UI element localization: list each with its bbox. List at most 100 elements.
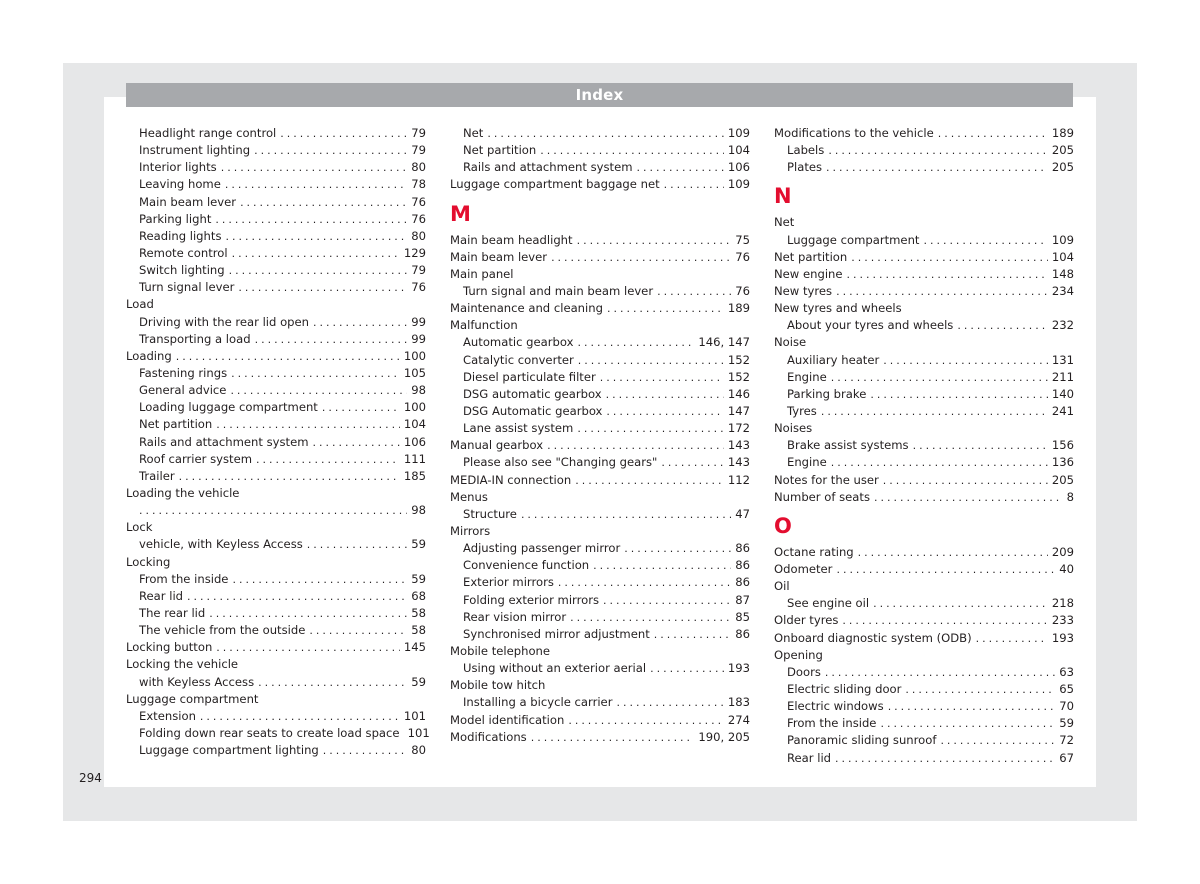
dot-leader [828, 142, 1048, 159]
page-reference[interactable]: 98 [411, 502, 426, 519]
page-reference[interactable]: 99 [411, 314, 426, 331]
entry-label: Electric windows [787, 699, 884, 714]
page-reference[interactable]: 87 [735, 592, 750, 609]
page-reference[interactable]: 156 [1052, 437, 1074, 454]
page-reference[interactable]: 85 [735, 609, 750, 626]
page-reference[interactable]: 189 [728, 300, 750, 317]
page-reference[interactable]: 86 [735, 626, 750, 643]
page-reference[interactable]: 40 [1059, 561, 1074, 578]
page-reference[interactable]: 189 [1052, 125, 1074, 142]
page-reference[interactable]: 106 [404, 434, 426, 451]
page-reference[interactable]: 152 [728, 369, 750, 386]
dot-leader [880, 715, 1055, 732]
page-reference[interactable]: 233 [1052, 612, 1074, 629]
page-reference[interactable]: 86 [735, 557, 750, 574]
dot-leader [570, 609, 731, 626]
page-reference[interactable]: 72 [1059, 732, 1074, 749]
page-reference[interactable]: 104 [728, 142, 750, 159]
page-reference[interactable]: 146 [728, 386, 750, 403]
page-reference[interactable]: 76 [735, 283, 750, 300]
page-reference[interactable]: 68 [411, 588, 426, 605]
page-reference[interactable]: 59 [1059, 715, 1074, 732]
page-reference[interactable]: 205 [1052, 472, 1074, 489]
page-reference[interactable]: 8 [1067, 489, 1074, 506]
page-reference[interactable]: 65 [1059, 681, 1074, 698]
page-reference[interactable]: 274 [728, 712, 750, 729]
page-reference[interactable]: 67 [1059, 750, 1074, 767]
page-reference[interactable]: 109 [728, 176, 750, 193]
page-reference[interactable]: 205 [1052, 142, 1074, 159]
page-reference[interactable]: 106 [728, 159, 750, 176]
page-reference[interactable]: 98 [411, 382, 426, 399]
page-reference[interactable]: 79 [411, 142, 426, 159]
page-reference[interactable]: 76 [411, 194, 426, 211]
page-reference[interactable]: 131 [1052, 352, 1074, 369]
page-reference[interactable]: 111 [404, 451, 426, 468]
page-reference[interactable]: 63 [1059, 664, 1074, 681]
page-reference[interactable]: 76 [735, 249, 750, 266]
page-reference[interactable]: 152 [728, 352, 750, 369]
page-reference[interactable]: 140 [1052, 386, 1074, 403]
page-reference[interactable]: 100 [404, 348, 426, 365]
page-reference[interactable]: 172 [728, 420, 750, 437]
page-reference[interactable]: 205 [1052, 159, 1074, 176]
page-reference[interactable]: 109 [728, 125, 750, 142]
page-reference[interactable]: 234 [1052, 283, 1074, 300]
page-reference[interactable]: 145 [404, 639, 426, 656]
page-reference[interactable]: 232 [1052, 317, 1074, 334]
index-subentry: Luggage compartment 109 [774, 232, 1074, 249]
page-reference[interactable]: 101 [408, 725, 430, 742]
index-entry: Luggage compartment [126, 691, 426, 708]
index-subentry: DSG Automatic gearbox 147 [450, 403, 750, 420]
page-reference[interactable]: 59 [411, 571, 426, 588]
dot-leader [229, 262, 408, 279]
page-reference[interactable]: 86 [735, 574, 750, 591]
page-reference[interactable]: 86 [735, 540, 750, 557]
page-reference[interactable]: 183 [728, 694, 750, 711]
page-reference[interactable]: 59 [411, 536, 426, 553]
page-reference[interactable]: 76 [411, 211, 426, 228]
page-reference[interactable]: 79 [411, 262, 426, 279]
page-reference[interactable]: 143 [728, 454, 750, 471]
page-reference[interactable]: 100 [404, 399, 426, 416]
page-reference[interactable]: 148 [1052, 266, 1074, 283]
page-reference[interactable]: 76 [411, 279, 426, 296]
page-reference[interactable]: 47 [735, 506, 750, 523]
page-reference[interactable]: 80 [411, 228, 426, 245]
page-reference[interactable]: 193 [728, 660, 750, 677]
page-reference[interactable]: 209 [1052, 544, 1074, 561]
page-reference[interactable]: 101 [404, 708, 426, 725]
page-reference[interactable]: 190, 205 [698, 729, 750, 746]
page-reference[interactable]: 59 [411, 674, 426, 691]
page-reference[interactable]: 147 [728, 403, 750, 420]
page-reference[interactable]: 218 [1052, 595, 1074, 612]
page-reference[interactable]: 193 [1052, 630, 1074, 647]
page-reference[interactable]: 70 [1059, 698, 1074, 715]
page-reference[interactable]: 104 [1052, 249, 1074, 266]
page-reference[interactable]: 75 [735, 232, 750, 249]
page-reference[interactable]: 105 [404, 365, 426, 382]
dot-leader [923, 232, 1047, 249]
page-reference[interactable]: 80 [411, 159, 426, 176]
page-reference[interactable]: 109 [1052, 232, 1074, 249]
page-reference[interactable]: 58 [411, 605, 426, 622]
index-subentry: Electric windows 70 [774, 698, 1074, 715]
entry-label: Menus [450, 489, 488, 504]
page-reference[interactable]: 80 [411, 742, 426, 759]
page-reference[interactable]: 112 [728, 472, 750, 489]
page-reference[interactable]: 78 [411, 176, 426, 193]
page-reference[interactable]: 241 [1052, 403, 1074, 420]
page-reference[interactable]: 99 [411, 331, 426, 348]
dot-leader [258, 674, 407, 691]
header-bar: Index [126, 83, 1073, 107]
page-reference[interactable]: 211 [1052, 369, 1074, 386]
page-reference[interactable]: 129 [404, 245, 426, 262]
page-reference[interactable]: 58 [411, 622, 426, 639]
page-reference[interactable]: 104 [404, 416, 426, 433]
page-reference[interactable]: 146, 147 [698, 334, 750, 351]
index-subentry: Automatic gearbox 146, 147 [450, 334, 750, 351]
page-reference[interactable]: 79 [411, 125, 426, 142]
page-reference[interactable]: 136 [1052, 454, 1074, 471]
page-reference[interactable]: 143 [728, 437, 750, 454]
page-reference[interactable]: 185 [404, 468, 426, 485]
